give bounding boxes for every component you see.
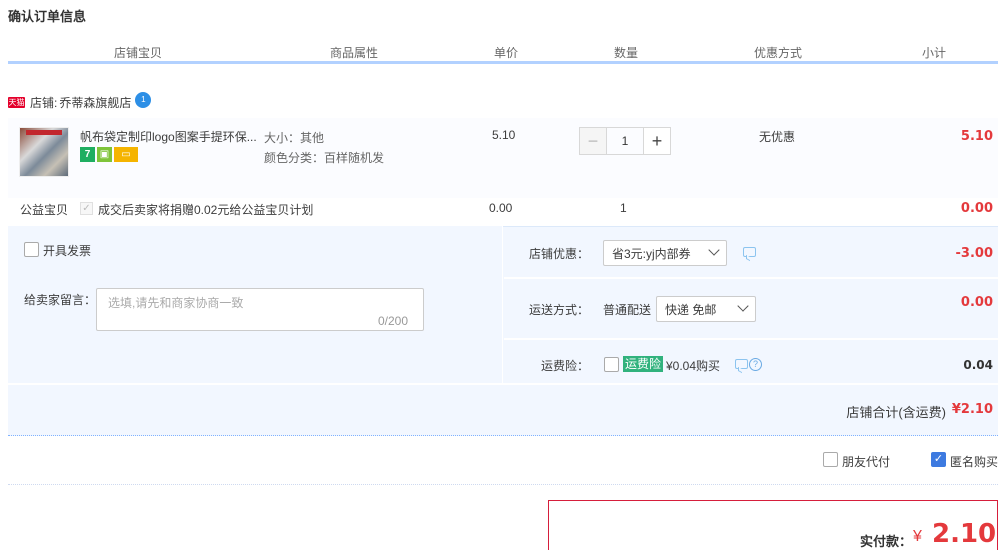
chevron-down-icon [708, 244, 720, 256]
qty-plus-button[interactable]: + [643, 127, 671, 155]
page-title: 确认订单信息 [8, 9, 87, 24]
col-header-discount: 优惠方式 [753, 46, 802, 60]
charity-price: 0.00 [489, 201, 513, 215]
row-divider [8, 383, 998, 385]
col-header-attr: 商品属性 [329, 46, 378, 60]
col-header-price: 单价 [493, 46, 518, 60]
item-attr-color: 颜色分类：百样随机发 [264, 151, 385, 165]
coupon-label: 店铺优惠： [529, 247, 590, 261]
invoice-checkbox[interactable] [24, 242, 39, 257]
anonymous-label: 匿名购买 [950, 455, 999, 469]
help-icon[interactable]: ? [749, 358, 762, 371]
coupon-select[interactable]: 省3元:yj内部券 [603, 240, 727, 266]
tmall-icon: 天猫 [8, 96, 25, 108]
coupon-selected-value: 省3元:yj内部券 [612, 246, 691, 261]
memo-char-counter: 0/200 [378, 314, 409, 328]
header-divider [565, 58, 568, 60]
friend-pay-label: 朋友代付 [842, 455, 891, 469]
qty-input[interactable]: 1 [607, 127, 643, 155]
anonymous-checkbox[interactable]: ✓ [931, 452, 946, 467]
charity-subtotal: 0.00 [960, 201, 993, 216]
shop-row: 天猫 店铺: 乔蒂森旗舰店 1 [8, 92, 408, 112]
invoice-label: 开具发票 [43, 244, 92, 258]
col-header-qty: 数量 [613, 46, 638, 60]
shipping-select[interactable]: 快递 免邮 [656, 296, 756, 322]
header-divider [866, 58, 869, 60]
col-header-subtotal: 小计 [921, 46, 946, 60]
guarantee-icon[interactable]: ▣ [97, 147, 112, 162]
section-divider [8, 484, 998, 485]
shop-name-link[interactable]: 乔蒂森旗舰店 [59, 94, 131, 111]
item-subtotal: 5.10 [960, 129, 993, 144]
wangwang-chat-icon[interactable]: 1 [135, 92, 152, 108]
payment-label: 实付款： [860, 534, 913, 549]
memo-label: 给卖家留言： [24, 293, 97, 307]
row-divider [504, 338, 998, 340]
credit-card-icon[interactable]: ▭ [114, 147, 138, 162]
chevron-down-icon [737, 300, 749, 312]
shipping-label: 运送方式： [529, 303, 590, 317]
shop-total-label: 店铺合计(含运费) [846, 405, 946, 420]
shipping-selected-value: 快递 免邮 [665, 302, 717, 317]
seven-day-return-icon[interactable]: 7 [80, 147, 95, 162]
item-unit-price: 5.10 [492, 128, 516, 142]
header-divider [444, 58, 447, 60]
shipping-type: 普通配送 [603, 303, 652, 317]
item-discount: 无优惠 [759, 130, 796, 144]
shop-total-amount: ¥2.10 [951, 402, 993, 417]
coupon-amount: -3.00 [955, 246, 993, 261]
item-attr-size: 大小：其他 [264, 131, 325, 145]
payment-summary-box [548, 500, 998, 550]
charity-text: 成交后卖家将捐赠0.02元给公益宝贝计划 [98, 203, 314, 217]
insurance-label: 运费险： [541, 359, 590, 373]
header-divider [262, 58, 265, 60]
insurance-price: ¥0.04购买 [666, 359, 721, 373]
charity-qty: 1 [620, 201, 627, 215]
item-thumbnail[interactable] [19, 127, 69, 177]
insurance-amount: 0.04 [963, 358, 993, 372]
col-header-item: 店铺宝贝 [113, 46, 162, 60]
quantity-stepper: − 1 + [579, 127, 671, 155]
shop-label: 店铺: [30, 95, 58, 110]
payment-currency: ¥ [913, 528, 922, 545]
qty-minus-button[interactable]: − [579, 127, 607, 155]
row-divider [504, 277, 998, 279]
message-icon[interactable] [735, 359, 748, 369]
service-badges: 7 ▣ ▭ [80, 147, 138, 162]
item-title-link[interactable]: 帆布袋定制印logo图案手提环保... [80, 128, 260, 145]
payment-amount: 2.10 [932, 519, 997, 549]
insurance-tag: 运费险 [623, 356, 664, 372]
insurance-checkbox[interactable] [604, 357, 619, 372]
charity-label: 公益宝贝 [20, 203, 69, 217]
friend-pay-checkbox[interactable] [823, 452, 838, 467]
memo-placeholder: 选填,请先和商家协商一致 [108, 296, 244, 310]
charity-checkbox[interactable]: ✓ [80, 202, 93, 215]
message-icon[interactable] [743, 247, 756, 257]
header-divider [686, 58, 689, 60]
shipping-amount: 0.00 [960, 295, 993, 310]
table-header: 店铺宝贝 商品属性 单价 数量 优惠方式 小计 [8, 40, 998, 64]
